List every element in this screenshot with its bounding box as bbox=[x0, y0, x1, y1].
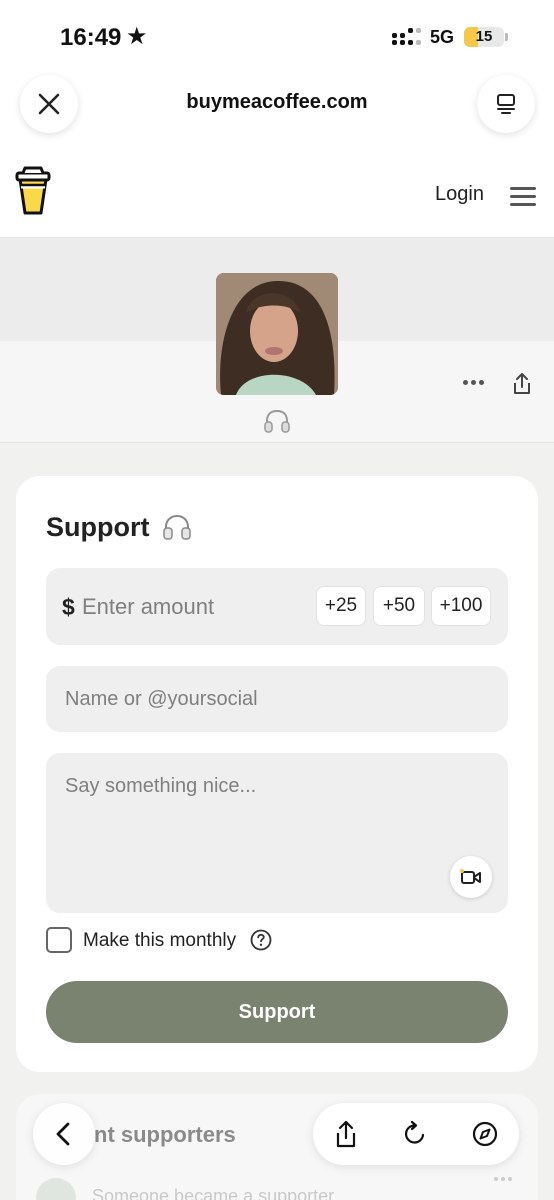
video-camera-icon bbox=[460, 869, 481, 884]
reload-button[interactable] bbox=[399, 1118, 431, 1150]
battery-icon: 15 bbox=[464, 27, 504, 47]
headphones-icon bbox=[163, 514, 191, 540]
quick-amount-25-button[interactable]: +25 bbox=[316, 586, 366, 626]
monthly-label: Make this monthly bbox=[83, 930, 237, 951]
share-icon bbox=[336, 1120, 356, 1148]
star-icon: ★ bbox=[126, 23, 148, 50]
chevron-left-icon bbox=[56, 1122, 70, 1146]
currency-symbol: $ bbox=[62, 594, 75, 620]
amount-box: $ +25 +50 +100 bbox=[46, 568, 508, 645]
quick-amount-50-button[interactable]: +50 bbox=[373, 586, 425, 626]
coffee-cup-logo-icon[interactable] bbox=[14, 165, 52, 217]
name-field[interactable] bbox=[46, 666, 508, 732]
reload-icon bbox=[404, 1120, 425, 1144]
signal-icon bbox=[392, 28, 422, 48]
browser-back-button[interactable] bbox=[33, 1103, 95, 1165]
help-icon[interactable] bbox=[250, 929, 272, 951]
profile-photo bbox=[216, 273, 338, 395]
monthly-checkbox[interactable] bbox=[46, 927, 72, 953]
recent-supporters-title: nt supporters bbox=[94, 1122, 236, 1147]
site-header: Login bbox=[0, 150, 554, 238]
tabs-icon bbox=[497, 94, 515, 114]
tabs-button[interactable] bbox=[477, 75, 535, 133]
network-type: 5G bbox=[430, 27, 455, 47]
video-message-button[interactable] bbox=[450, 856, 492, 898]
battery-percent: 15 bbox=[475, 28, 493, 45]
compass-icon bbox=[472, 1121, 498, 1147]
support-title: Support bbox=[46, 512, 150, 542]
menu-icon[interactable] bbox=[510, 187, 536, 206]
supporter-more-icon[interactable] bbox=[494, 1177, 514, 1182]
browser-toolbar bbox=[313, 1103, 519, 1165]
status-bar: 16:49 ★ 5G 15 bbox=[0, 0, 554, 70]
amount-input[interactable] bbox=[82, 587, 302, 627]
profile-avatar bbox=[216, 273, 338, 395]
status-time: 16:49 bbox=[60, 24, 122, 51]
quick-amount-100-button[interactable]: +100 bbox=[431, 586, 491, 626]
support-submit-button[interactable]: Support bbox=[46, 981, 508, 1043]
login-link[interactable]: Login bbox=[435, 183, 484, 206]
message-field[interactable] bbox=[46, 753, 508, 913]
share-icon[interactable] bbox=[511, 372, 533, 396]
url-label[interactable]: buymeacoffee.com bbox=[0, 91, 554, 114]
browser-share-button[interactable] bbox=[330, 1118, 362, 1150]
compass-button[interactable] bbox=[469, 1118, 501, 1150]
support-card: Support $ +25 +50 +100 Make this monthly… bbox=[16, 476, 538, 1072]
headphones-icon bbox=[264, 409, 290, 433]
supporter-item-text: Someone became a supporter bbox=[92, 1186, 335, 1200]
browser-bar: buymeacoffee.com bbox=[0, 70, 554, 150]
battery-tip bbox=[505, 33, 508, 41]
more-options-icon[interactable] bbox=[463, 380, 485, 386]
